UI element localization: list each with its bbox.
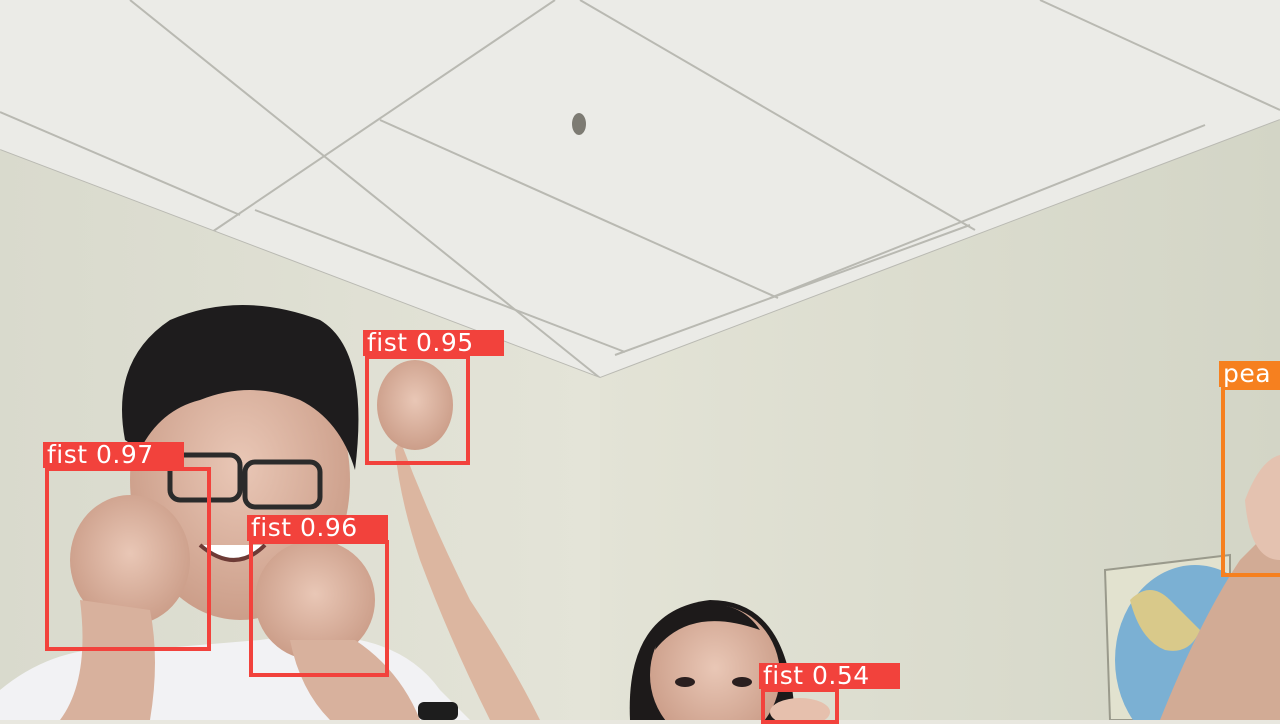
fist-bounding-box (249, 540, 389, 677)
fist-label: fist 0.54 (759, 663, 900, 689)
peace-bounding-box (1221, 386, 1280, 577)
fist-label: fist 0.96 (247, 515, 388, 541)
fist-label: fist 0.95 (363, 330, 504, 356)
fist-bounding-box (761, 688, 839, 724)
sprinkler-icon (572, 113, 586, 135)
fist-label: fist 0.97 (43, 442, 184, 468)
peace-label: pea (1219, 361, 1280, 387)
fist-bounding-box (45, 467, 211, 651)
fist-bounding-box (365, 355, 470, 465)
